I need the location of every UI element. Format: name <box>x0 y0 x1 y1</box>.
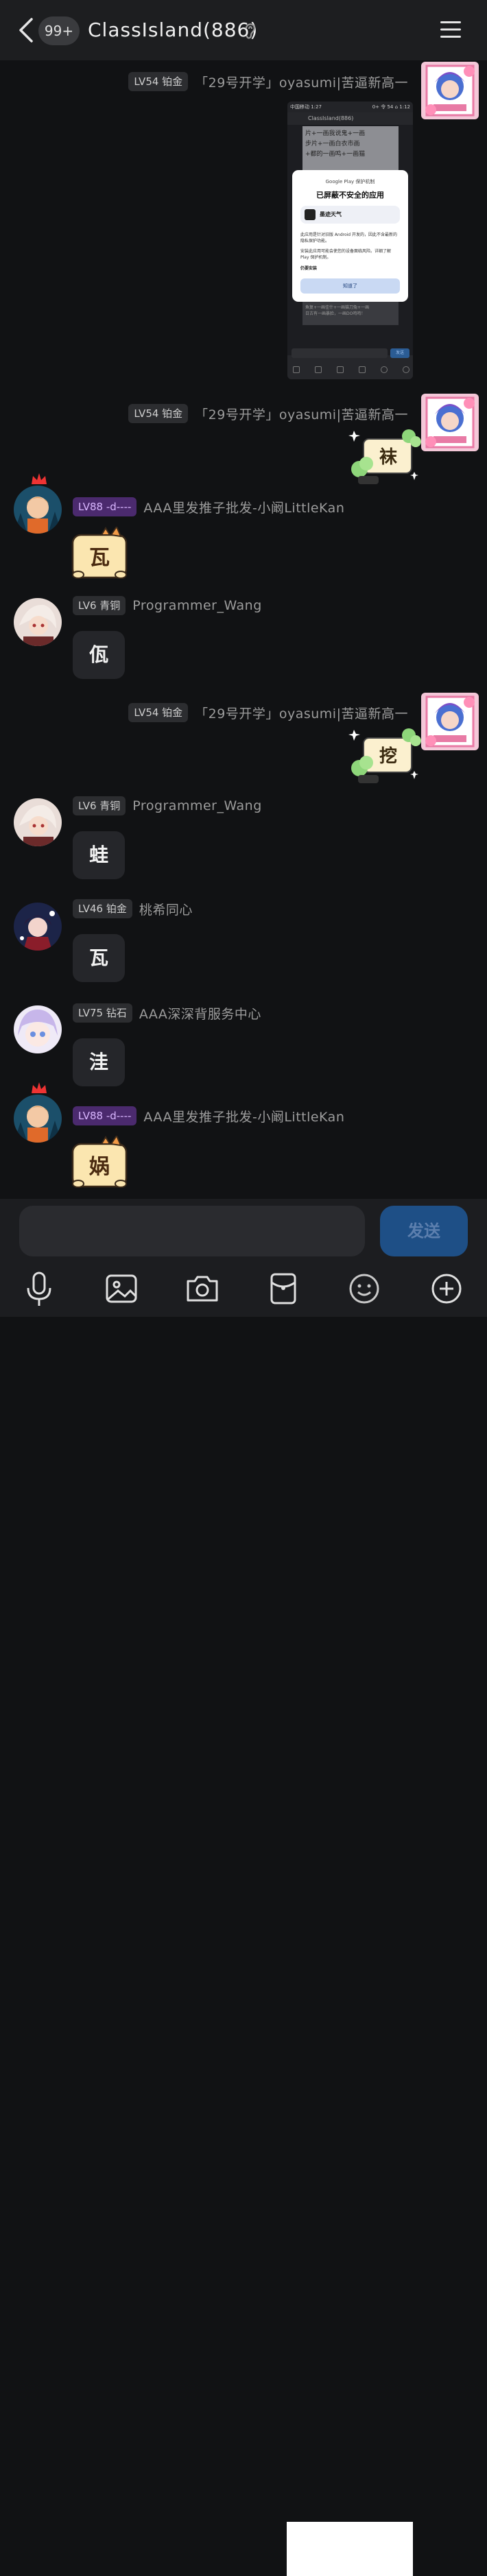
red-packet-icon[interactable] <box>263 1269 303 1309</box>
level-badge: LV88 -d---- <box>73 497 137 516</box>
text-bubble[interactable]: 瓦 <box>73 934 125 982</box>
avatar[interactable] <box>14 1095 62 1143</box>
avatar[interactable] <box>14 1005 62 1053</box>
sender-name: AAA里发推子批发-小阚LittleKan <box>143 500 345 516</box>
avatar[interactable] <box>14 486 62 534</box>
sender-name: AAA深深背服务中心 <box>139 1006 261 1022</box>
dialog-header: Google Play 保护机制 <box>325 179 375 184</box>
plus-icon[interactable] <box>427 1269 466 1309</box>
camera-icon <box>337 366 344 373</box>
avatar[interactable] <box>14 903 62 951</box>
sender-name: 桃希同心 <box>139 902 193 918</box>
message-meta: LV54 铂金 「29号开学」oyasumi|苦逼新高一 <box>128 403 408 424</box>
sender-name: AAA里发推子批发-小阚LittleKan <box>143 1109 345 1125</box>
unread-count-badge[interactable]: 99+ <box>38 16 80 45</box>
sticker-message[interactable]: 娲 <box>69 1134 130 1191</box>
avatar[interactable] <box>421 62 479 119</box>
ok-button: 知道了 <box>300 278 400 294</box>
dialog-body-1: 此应用是针对旧版 Android 开发的，因此不含最新的隐私保护功能。 <box>300 232 398 243</box>
sticker-char: 袜 <box>379 447 397 468</box>
microphone-icon[interactable] <box>19 1269 59 1309</box>
crown-icon <box>32 473 47 484</box>
sticker-message[interactable]: 挖 <box>348 727 424 789</box>
message-meta: LV46 铂金 桃希同心 <box>73 898 193 919</box>
sender-name: Programmer_Wang <box>132 598 262 613</box>
mic-icon <box>293 366 300 373</box>
text-bubble[interactable]: 佤 <box>73 631 125 679</box>
level-badge: LV54 铂金 <box>128 404 189 423</box>
embedded-chat-title: ClassIsland(886) <box>308 115 354 121</box>
app-icon <box>305 209 316 220</box>
menu-icon[interactable] <box>439 19 462 40</box>
chat-title[interactable]: ClassIsland(886) <box>88 15 258 45</box>
avatar[interactable] <box>14 798 62 846</box>
message-meta: LV54 铂金 「29号开学」oyasumi|苦逼新高一 <box>128 71 408 92</box>
image-message[interactable]: 中国移动 1:27 0+ 令 54 ⌂ 1:12 ClassIsland(886… <box>287 102 413 379</box>
sender-name: 「29号开学」oyasumi|苦逼新高一 <box>195 407 408 422</box>
avatar[interactable] <box>14 598 62 646</box>
message-meta: LV88 -d---- AAA里发推子批发-小阚LittleKan <box>73 497 344 517</box>
app-name: 墨迹天气 <box>320 211 342 217</box>
sticker-char: 娲 <box>89 1155 110 1179</box>
install-anyway-link: 仍要安装 <box>300 266 318 271</box>
level-badge: LV6 青铜 <box>73 596 126 615</box>
message-meta: LV6 青铜 Programmer_Wang <box>73 595 262 616</box>
send-button[interactable]: 发送 <box>380 1206 468 1256</box>
embedded-text: 片+一画我说鬼+一画 步片+一画白衣市画 +都的一画鸣+一画猫 <box>305 130 366 158</box>
message-meta: LV54 铂金 「29号开学」oyasumi|苦逼新高一 <box>128 702 408 723</box>
embedded-toolbar <box>293 366 409 373</box>
sticker-char: 瓦 <box>89 546 110 570</box>
message-meta: LV6 青铜 Programmer_Wang <box>73 796 262 816</box>
emoji-icon[interactable] <box>344 1269 384 1309</box>
app-row: 墨迹天气 <box>300 206 400 224</box>
level-badge: LV88 -d---- <box>73 1106 137 1125</box>
message-input[interactable] <box>19 1206 365 1256</box>
security-dialog: Google Play 保护机制 已屏蔽不安全的应用 墨迹天气 此应用是针对旧版… <box>292 170 408 302</box>
dialog-body-2: 安装此应用可能会使您的设备面临风险。详细了解 Play 保护机制。 <box>300 249 392 260</box>
chat-header: 99+ ClassIsland(886) <box>0 0 487 60</box>
avatar[interactable] <box>421 693 479 750</box>
overlay-block <box>287 2522 413 2576</box>
red-packet-icon <box>359 366 366 373</box>
ear-icon[interactable] <box>243 21 258 41</box>
sticker-message[interactable]: 袜 <box>348 428 424 490</box>
sender-name: 「29号开学」oyasumi|苦逼新高一 <box>195 706 408 721</box>
image-icon <box>315 366 322 373</box>
status-bar-right: 0+ 令 54 ⌂ 1:12 <box>372 104 410 110</box>
message-meta: LV75 钻石 AAA深深背服务中心 <box>73 1003 261 1023</box>
level-badge: LV54 铂金 <box>128 703 189 722</box>
level-badge: LV75 钻石 <box>73 1003 132 1023</box>
sender-name: Programmer_Wang <box>132 798 262 813</box>
dialog-title: 已屏蔽不安全的应用 <box>316 191 384 200</box>
bottom-toolbar <box>0 1259 487 2576</box>
status-bar-left: 中国移动 1:27 <box>290 104 322 110</box>
avatar[interactable] <box>421 394 479 451</box>
sticker-char: 挖 <box>379 746 397 767</box>
level-badge: LV54 铂金 <box>128 72 189 91</box>
back-arrow-icon[interactable] <box>16 16 37 44</box>
crown-icon <box>32 1082 47 1093</box>
emoji-icon <box>381 366 388 373</box>
sticker-message[interactable]: 瓦 <box>69 525 130 582</box>
sender-name: 「29号开学」oyasumi|苦逼新高一 <box>195 75 408 91</box>
embedded-send-button: 发送 <box>395 350 404 355</box>
text-bubble[interactable]: 蛙 <box>73 831 125 879</box>
camera-icon[interactable] <box>182 1269 222 1309</box>
level-badge: LV6 青铜 <box>73 796 126 815</box>
plus-icon <box>403 366 409 373</box>
message-list[interactable]: LV54 铂金 「29号开学」oyasumi|苦逼新高一 中国移动 1:27 0… <box>0 60 487 1199</box>
message-meta: LV88 -d---- AAA里发推子批发-小阚LittleKan <box>73 1106 344 1126</box>
image-icon[interactable] <box>102 1269 141 1309</box>
level-badge: LV46 铂金 <box>73 899 132 918</box>
embedded-bottom-text: 鱼复+一画佳什+一画猫刀兔+一画 日古有一画暴脸，一画DO鸣鸣！ <box>305 305 370 316</box>
text-bubble[interactable]: 洼 <box>73 1038 125 1086</box>
input-bar: 发送 <box>0 1199 487 1259</box>
